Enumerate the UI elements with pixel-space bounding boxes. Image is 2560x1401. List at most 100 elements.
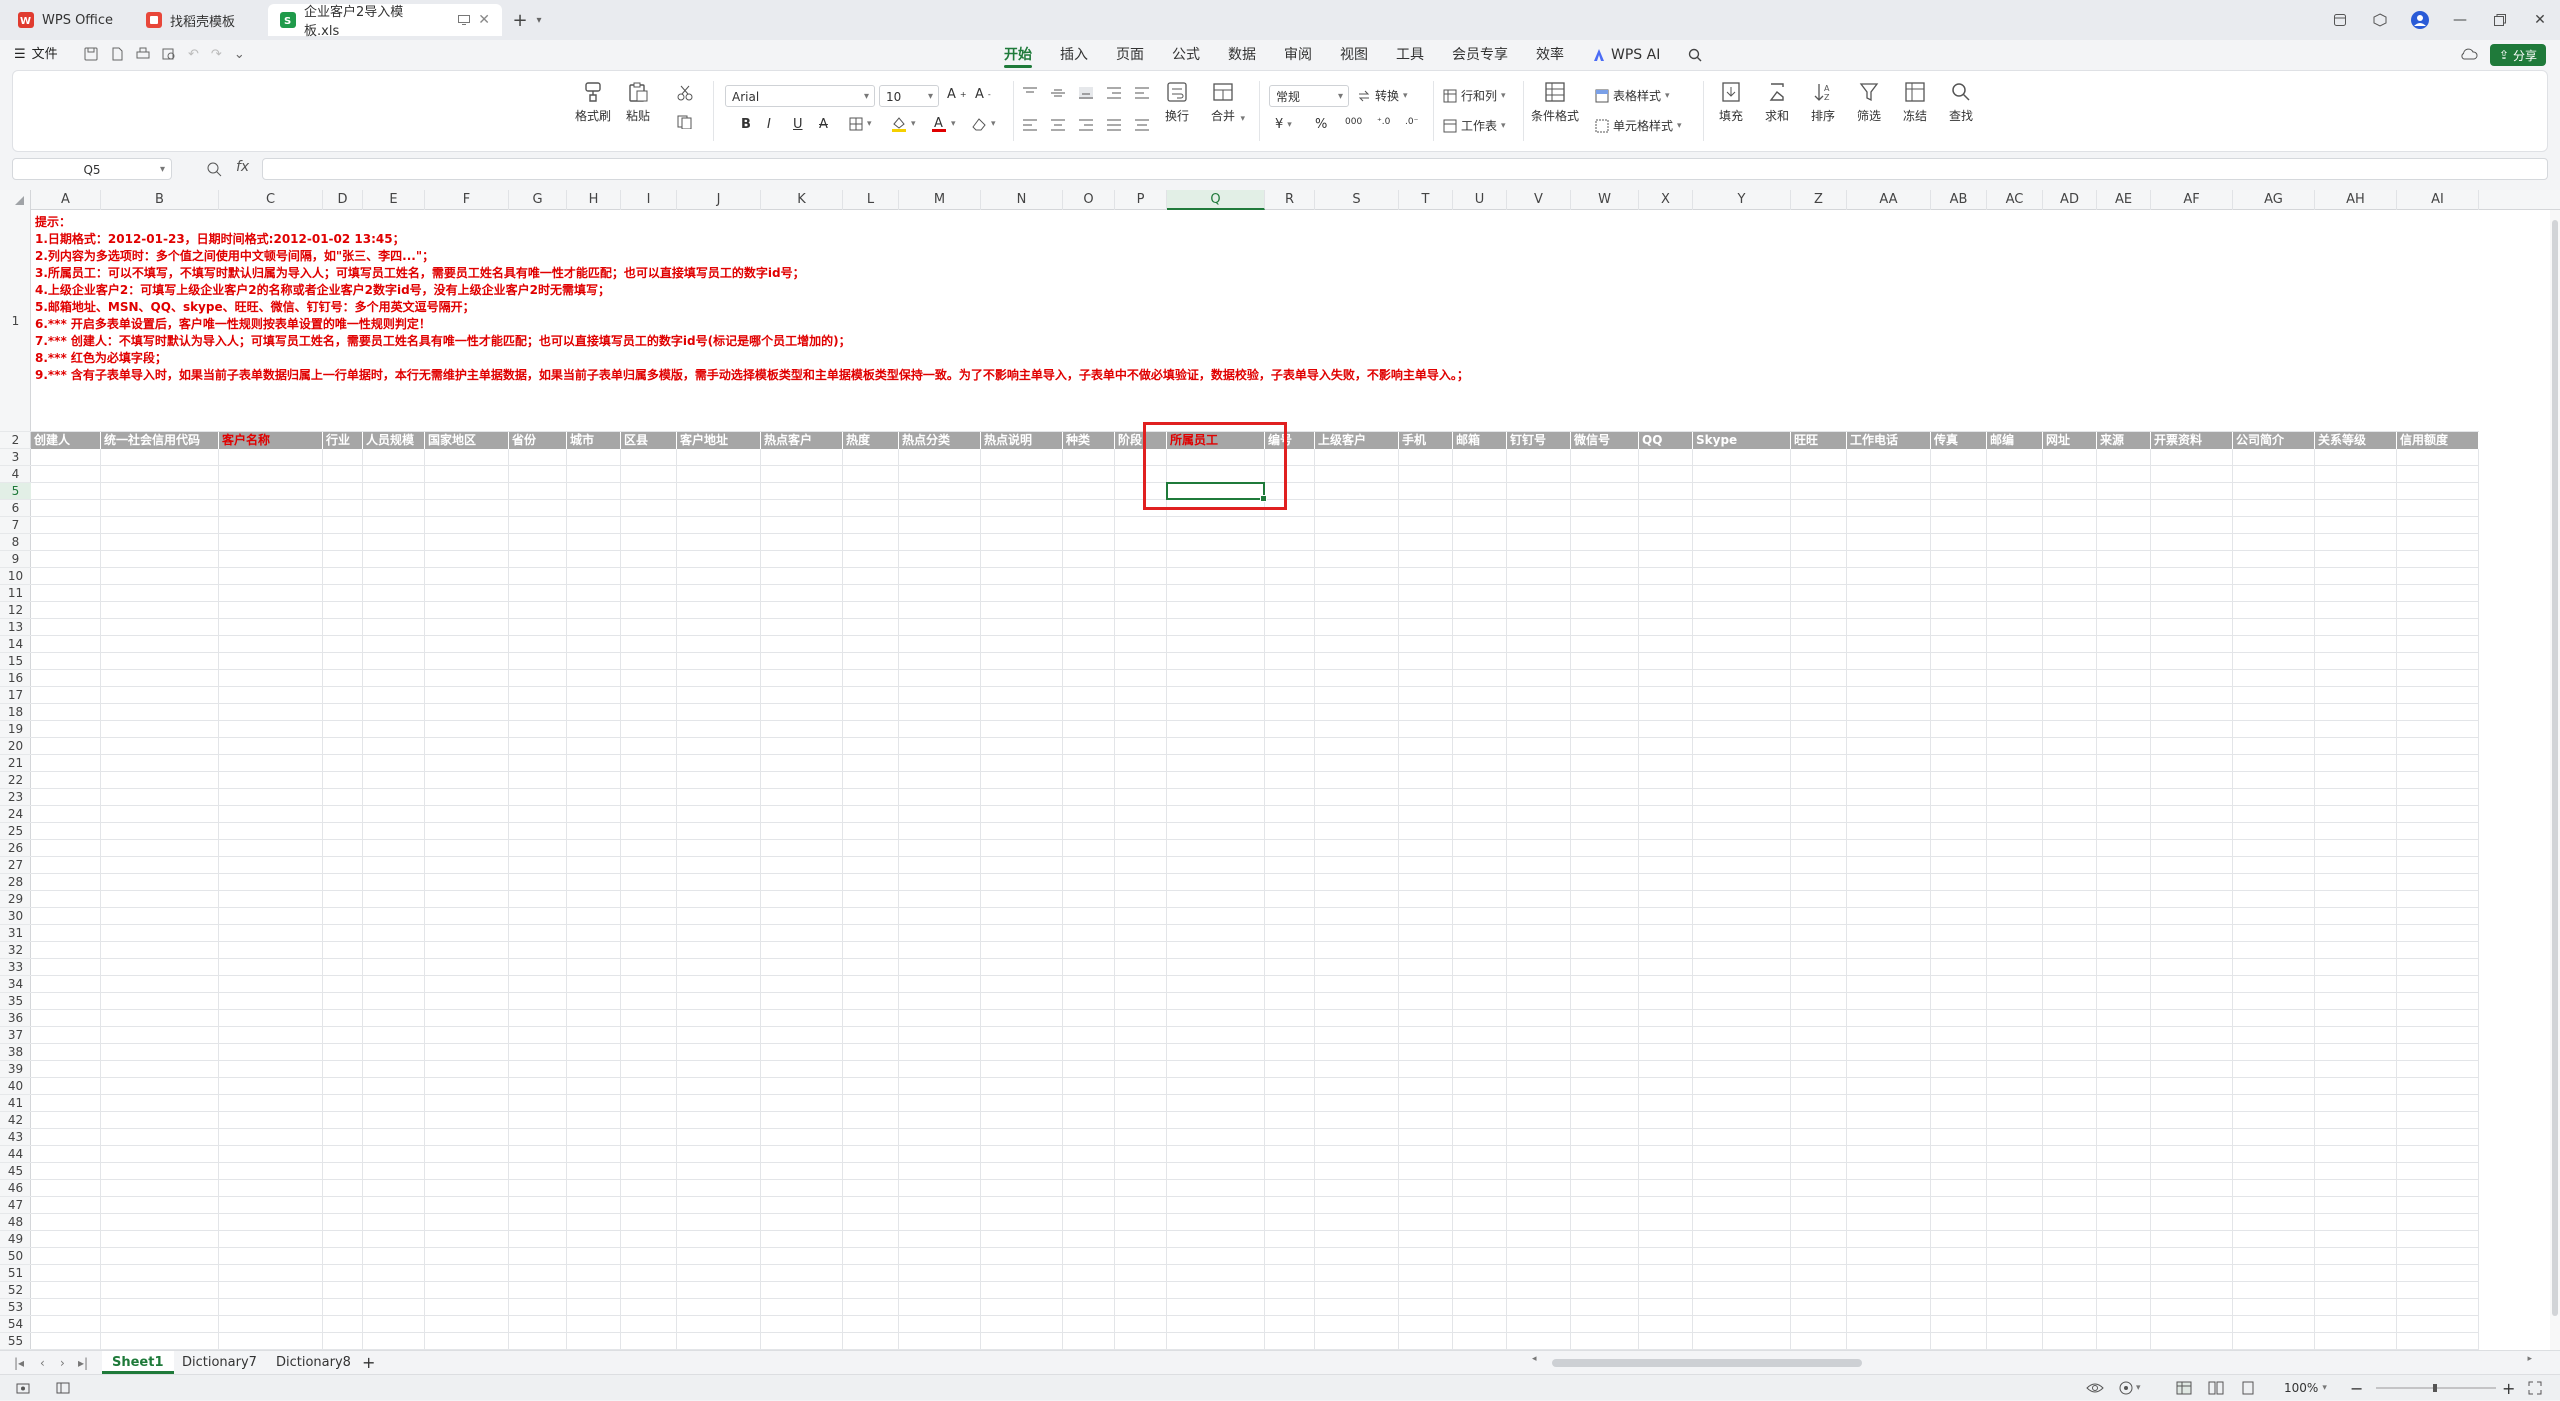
justify-icon[interactable]: [1107, 119, 1121, 131]
column-header-v[interactable]: V: [1507, 190, 1571, 210]
header-cell[interactable]: 公司简介: [2233, 432, 2315, 449]
row-header-45[interactable]: 45: [0, 1163, 31, 1180]
tab-formula[interactable]: 公式: [1158, 40, 1214, 70]
monitor-icon[interactable]: [458, 15, 471, 25]
row-header-32[interactable]: 32: [0, 942, 31, 959]
column-header-ai[interactable]: AI: [2397, 190, 2479, 210]
row-header-30[interactable]: 30: [0, 908, 31, 925]
row-header-19[interactable]: 19: [0, 721, 31, 738]
row-header-18[interactable]: 18: [0, 704, 31, 721]
header-cell[interactable]: 工作电话: [1847, 432, 1931, 449]
fill-color-icon[interactable]: ▾: [891, 115, 916, 133]
tab-active-workbook[interactable]: S 企业客户2导入模板.xls ✕: [268, 4, 502, 39]
column-header-r[interactable]: R: [1265, 190, 1315, 210]
row-header-25[interactable]: 25: [0, 823, 31, 840]
share-button[interactable]: ⇪ 分享: [2490, 44, 2546, 66]
export-pdf-icon[interactable]: [110, 47, 124, 62]
column-header-n[interactable]: N: [981, 190, 1063, 210]
row-header-1[interactable]: 1: [0, 210, 31, 432]
user-avatar[interactable]: [2400, 0, 2440, 40]
print-icon[interactable]: [136, 47, 150, 62]
column-header-d[interactable]: D: [323, 190, 363, 210]
merge-cells-button[interactable]: 合并 ▾: [1211, 81, 1245, 124]
header-cell[interactable]: 信用额度: [2397, 432, 2479, 449]
row-header-21[interactable]: 21: [0, 755, 31, 772]
align-bottom-icon[interactable]: [1079, 87, 1093, 99]
redo-icon[interactable]: ↷: [211, 47, 222, 62]
column-header-o[interactable]: O: [1063, 190, 1115, 210]
window-layout-icon[interactable]: [2320, 0, 2360, 40]
column-header-f[interactable]: F: [425, 190, 509, 210]
row-header-46[interactable]: 46: [0, 1180, 31, 1197]
wrap-text-button[interactable]: 换行: [1165, 81, 1189, 124]
column-header-ab[interactable]: AB: [1931, 190, 1987, 210]
zoom-find-icon[interactable]: [206, 161, 222, 177]
cloud-sync-icon[interactable]: [2460, 46, 2478, 62]
find-button[interactable]: 查找: [1949, 81, 1973, 124]
tab-insert[interactable]: 插入: [1046, 40, 1102, 70]
restore-icon[interactable]: [2480, 0, 2520, 40]
column-header-u[interactable]: U: [1453, 190, 1507, 210]
row-header-12[interactable]: 12: [0, 602, 31, 619]
increase-indent-icon[interactable]: [1135, 87, 1149, 99]
page-layout-toggle-icon[interactable]: [56, 1375, 70, 1401]
paste-button[interactable]: 粘贴: [626, 81, 650, 124]
format-painter-button[interactable]: 格式刷: [575, 81, 611, 124]
italic-icon[interactable]: I: [767, 117, 771, 132]
header-cell[interactable]: 城市: [567, 432, 621, 449]
row-header-6[interactable]: 6: [0, 500, 31, 517]
header-cell[interactable]: 统一社会信用代码: [101, 432, 219, 449]
row-header-4[interactable]: 4: [0, 466, 31, 483]
file-menu[interactable]: ☰ 文件: [14, 40, 58, 70]
tab-wps-office[interactable]: W WPS Office: [6, 4, 130, 36]
number-format-select[interactable]: 常规 ▾: [1269, 85, 1349, 107]
row-header-24[interactable]: 24: [0, 806, 31, 823]
header-cell[interactable]: 客户名称: [219, 432, 323, 449]
row-header-8[interactable]: 8: [0, 534, 31, 551]
column-header-ag[interactable]: AG: [2233, 190, 2315, 210]
tab-data[interactable]: 数据: [1214, 40, 1270, 70]
increase-decimal-icon[interactable]: ⁺.0: [1377, 117, 1390, 127]
thousands-separator-icon[interactable]: 000: [1345, 117, 1362, 127]
sum-button[interactable]: 求和: [1765, 81, 1789, 124]
normal-view-icon[interactable]: [2176, 1375, 2192, 1401]
cube-icon[interactable]: [2360, 0, 2400, 40]
bold-icon[interactable]: B: [741, 117, 751, 132]
column-header-a[interactable]: A: [31, 190, 101, 210]
header-cell[interactable]: 来源: [2097, 432, 2151, 449]
first-sheet-icon[interactable]: |◂: [14, 1351, 24, 1375]
row-header-15[interactable]: 15: [0, 653, 31, 670]
row-header-9[interactable]: 9: [0, 551, 31, 568]
decrease-font-icon[interactable]: A-: [975, 87, 991, 102]
header-cell[interactable]: 钉钉号: [1507, 432, 1571, 449]
row-header-11[interactable]: 11: [0, 585, 31, 602]
row-header-16[interactable]: 16: [0, 670, 31, 687]
decrease-decimal-icon[interactable]: .0⁻: [1405, 117, 1418, 127]
align-left-icon[interactable]: [1023, 119, 1037, 131]
table-style-button[interactable]: 表格样式 ▾: [1595, 87, 1670, 104]
column-header-af[interactable]: AF: [2151, 190, 2233, 210]
header-cell[interactable]: 网址: [2043, 432, 2097, 449]
header-cell[interactable]: 热点客户: [761, 432, 843, 449]
row-header-7[interactable]: 7: [0, 517, 31, 534]
row-header-22[interactable]: 22: [0, 772, 31, 789]
row-header-53[interactable]: 53: [0, 1299, 31, 1316]
close-window-icon[interactable]: ✕: [2520, 0, 2560, 40]
row-header-49[interactable]: 49: [0, 1231, 31, 1248]
row-header-5[interactable]: 5: [0, 483, 31, 500]
select-all-corner[interactable]: [0, 190, 31, 210]
row-header-34[interactable]: 34: [0, 976, 31, 993]
row-header-36[interactable]: 36: [0, 1010, 31, 1027]
sheet-tab-dictionary7[interactable]: Dictionary7: [172, 1351, 267, 1374]
focus-mode-icon[interactable]: ▾: [2118, 1375, 2141, 1401]
row-header-31[interactable]: 31: [0, 925, 31, 942]
macro-record-icon[interactable]: [16, 1375, 30, 1401]
font-color-icon[interactable]: A ▾: [931, 115, 956, 133]
eye-protection-icon[interactable]: [2086, 1375, 2104, 1401]
zoom-slider[interactable]: [2376, 1375, 2496, 1401]
vertical-scrollbar[interactable]: [2550, 210, 2560, 1350]
header-cell[interactable]: 手机: [1399, 432, 1453, 449]
column-header-j[interactable]: J: [677, 190, 761, 210]
header-cell[interactable]: 上级客户: [1315, 432, 1399, 449]
column-header-z[interactable]: Z: [1791, 190, 1847, 210]
